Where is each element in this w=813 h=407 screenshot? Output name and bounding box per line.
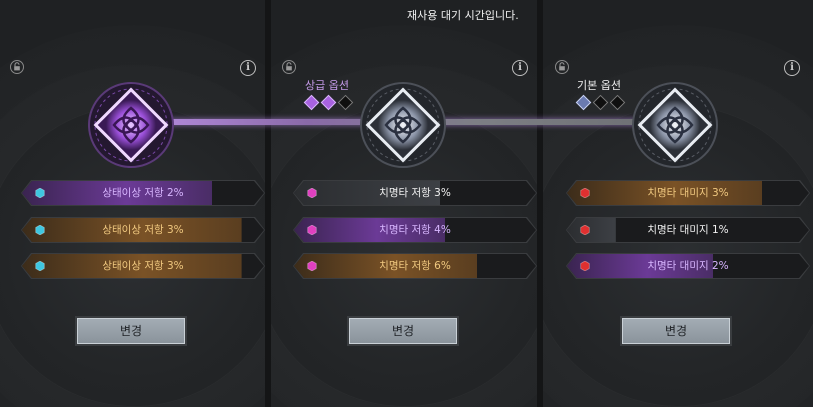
- option-text: 상태이상 저항 2%: [102, 187, 184, 199]
- option-text: 치명타 저항 4%: [379, 224, 451, 236]
- option-row: 상태이상 저항 3%: [21, 253, 265, 279]
- option-row: 치명타 저항 4%: [293, 217, 537, 243]
- tier-dot-empty: [337, 94, 354, 111]
- info-icon[interactable]: i: [784, 60, 800, 76]
- change-button[interactable]: 변경: [77, 318, 185, 344]
- lock-icon[interactable]: [282, 60, 296, 74]
- option-row: 치명타 저항 3%: [293, 180, 537, 206]
- purple-rune-emblem[interactable]: [86, 80, 176, 170]
- option-text: 치명타 대미지 3%: [647, 187, 729, 199]
- tier-label: 상급 옵션: [305, 79, 349, 92]
- tier-dot-empty: [609, 94, 626, 111]
- option-text: 상태이상 저항 3%: [102, 224, 184, 236]
- tier-dot-filled: [320, 94, 337, 111]
- option-row: 치명타 대미지 1%: [566, 217, 810, 243]
- option-row: 상태이상 저항 2%: [21, 180, 265, 206]
- tier-dot-filled: [303, 94, 320, 111]
- option-text: 치명타 대미지 1%: [647, 224, 729, 236]
- option-text: 치명타 저항 6%: [379, 260, 451, 272]
- option-row: 상태이상 저항 3%: [21, 217, 265, 243]
- info-icon[interactable]: i: [512, 60, 528, 76]
- cooldown-notification: 재사용 대기 시간입니다.: [407, 9, 519, 22]
- silver-rune-emblem[interactable]: [630, 80, 720, 170]
- lock-icon[interactable]: [10, 60, 24, 74]
- change-button[interactable]: 변경: [622, 318, 730, 344]
- lock-icon[interactable]: [555, 60, 569, 74]
- tier-indicator: [575, 94, 626, 111]
- option-row: 치명타 저항 6%: [293, 253, 537, 279]
- tier-label: 기본 옵션: [577, 79, 621, 92]
- option-text: 치명타 대미지 2%: [647, 260, 729, 272]
- option-row: 치명타 대미지 3%: [566, 180, 810, 206]
- option-row: 치명타 대미지 2%: [566, 253, 810, 279]
- option-text: 상태이상 저항 3%: [102, 260, 184, 272]
- change-button[interactable]: 변경: [349, 318, 457, 344]
- tier-indicator: [303, 94, 354, 111]
- tier-dot-empty: [592, 94, 609, 111]
- info-icon[interactable]: i: [240, 60, 256, 76]
- tier-dot-filled: [575, 94, 592, 111]
- option-text: 치명타 저항 3%: [379, 187, 451, 199]
- silver-rune-emblem[interactable]: [358, 80, 448, 170]
